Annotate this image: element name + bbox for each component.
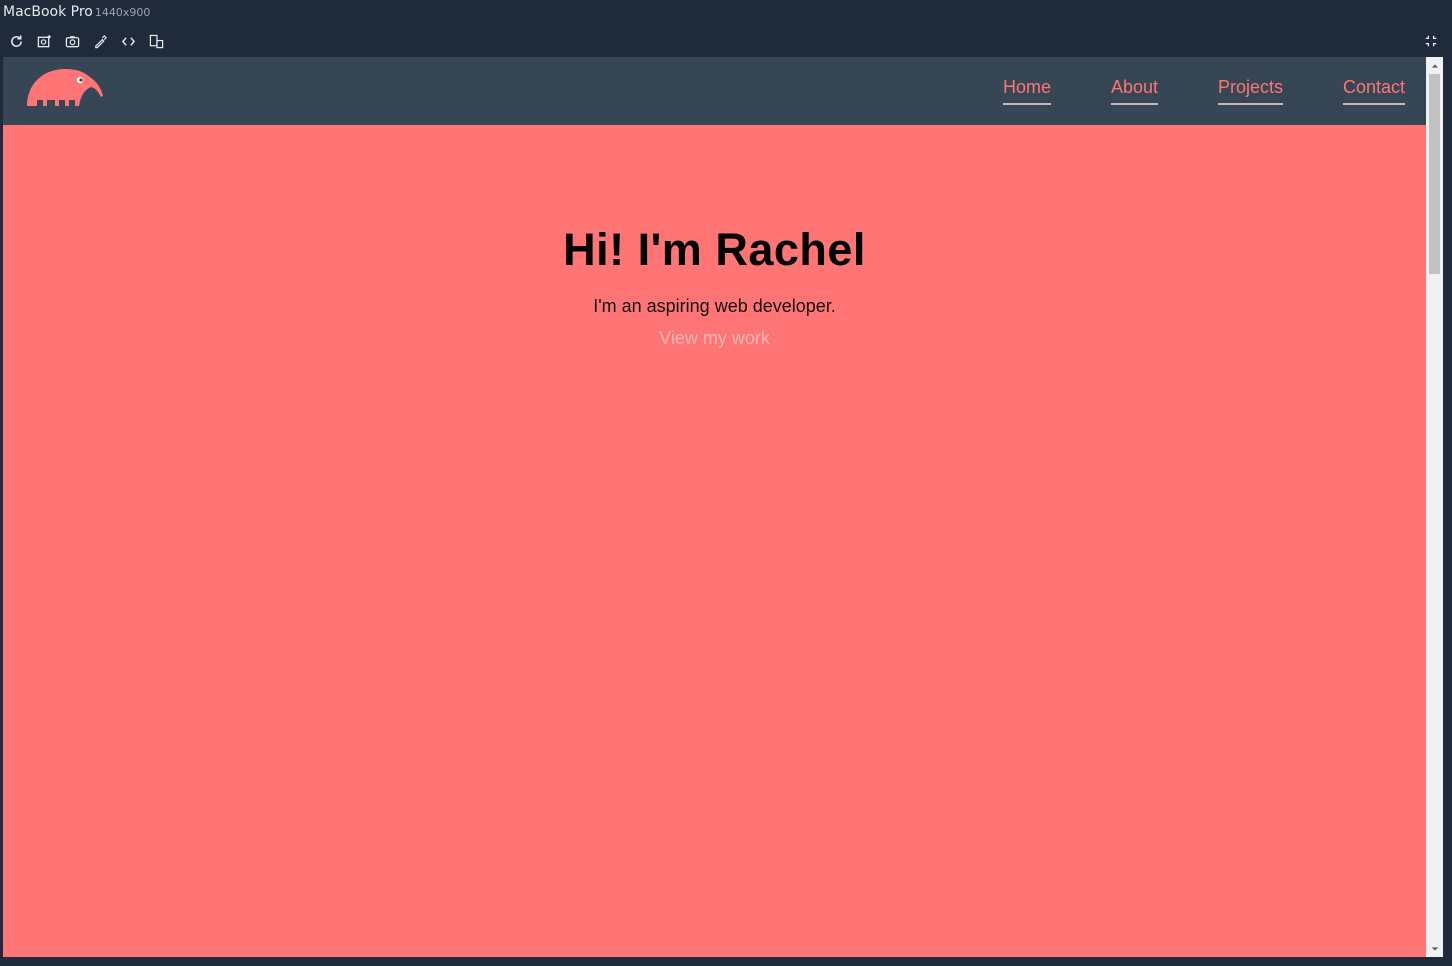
device-name: MacBook Pro — [3, 4, 93, 20]
devtools-bar: MacBook Pro 1440x900 — [0, 0, 1452, 57]
view-my-work-link[interactable]: View my work — [659, 328, 770, 349]
collapse-icon[interactable] — [1422, 32, 1440, 50]
eyedropper-icon[interactable] — [90, 31, 110, 51]
device-size: 1440x900 — [94, 6, 151, 19]
hero-subtitle: I'm an aspiring web developer. — [593, 296, 836, 316]
devtools-bottom-edge — [0, 957, 1452, 966]
device-toolbar — [6, 31, 166, 51]
nav-home[interactable]: Home — [1002, 77, 1051, 105]
page-viewport: Home About Projects Contact Hi! I'm Rach… — [3, 57, 1426, 957]
vertical-scrollbar[interactable] — [1426, 57, 1443, 957]
screenshot-fullpage-icon[interactable] — [34, 31, 54, 51]
scroll-down-arrow-icon[interactable] — [1426, 940, 1443, 957]
hero-title: Hi! I'm Rachel — [563, 224, 866, 275]
hero-section: Hi! I'm Rachel I'm an aspiring web devel… — [3, 125, 1426, 349]
camera-icon[interactable] — [62, 31, 82, 51]
code-icon[interactable] — [118, 31, 138, 51]
nav-about[interactable]: About — [1110, 77, 1158, 105]
device-toggle-icon[interactable] — [146, 31, 166, 51]
anteater-logo-icon[interactable] — [25, 66, 105, 108]
scrollbar-thumb[interactable] — [1429, 74, 1440, 274]
site-header: Home About Projects Contact — [3, 57, 1426, 125]
refresh-icon[interactable] — [6, 31, 26, 51]
scroll-up-arrow-icon[interactable] — [1426, 57, 1443, 74]
device-label: MacBook Pro 1440x900 — [3, 4, 150, 20]
nav-contact[interactable]: Contact — [1342, 77, 1405, 105]
nav-projects[interactable]: Projects — [1217, 77, 1283, 105]
